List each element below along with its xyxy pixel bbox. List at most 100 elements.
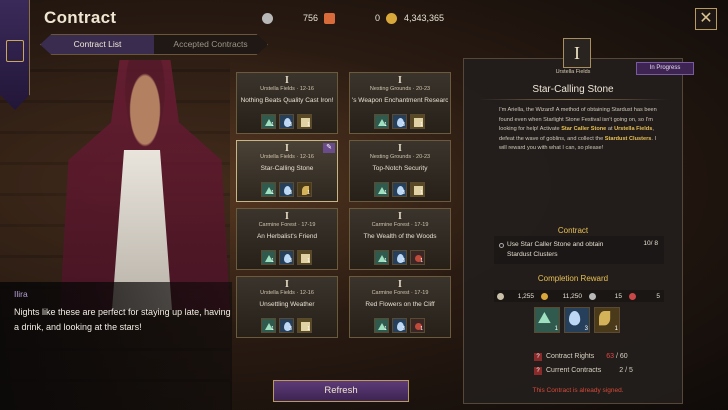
highlight-text: Star Caller Stone: [561, 126, 607, 133]
contract-card[interactable]: I Urstella Fields · 12-16 Unsettling Wea…: [236, 276, 338, 338]
flower-reward-icon[interactable]: 1: [410, 318, 425, 333]
rank-badge: I: [398, 211, 402, 222]
card-title: Red Flowers on the Cliff: [365, 301, 435, 308]
drop-reward-icon[interactable]: 3: [279, 182, 294, 197]
npc-name: Ilira: [14, 289, 28, 299]
gem-reward-icon[interactable]: 1: [374, 250, 389, 265]
card-rewards: 1 3 1: [261, 250, 312, 265]
contract-card[interactable]: I Carmine Forest · 17-19 Red Flowers on …: [349, 276, 451, 338]
drop-reward-icon[interactable]: 3: [564, 307, 590, 333]
close-button[interactable]: ✕: [695, 8, 717, 30]
card-title: Top-Notch Security: [372, 165, 428, 172]
reward-count: 1: [420, 326, 423, 332]
contract-card[interactable]: I Nesting Grounds · 20-23 's Weapon Ench…: [349, 72, 451, 134]
reward-value: 11,250: [562, 292, 582, 300]
reward-count: 1: [271, 190, 274, 196]
reward-value: 1,255: [517, 292, 534, 300]
page-title: Contract: [44, 8, 117, 27]
reward-count: 3: [402, 122, 405, 128]
gem-reward-icon[interactable]: 1: [261, 318, 276, 333]
reward-count: 3: [402, 326, 405, 332]
card-location: Carmine Forest · 17-19: [258, 222, 316, 228]
objective-text: Use Star Caller Stone and obtain Stardus…: [507, 241, 604, 258]
contract-card[interactable]: I Carmine Forest · 17-19 The Wealth of t…: [349, 208, 451, 270]
rights-current: 63: [606, 353, 615, 360]
drop-reward-icon[interactable]: 3: [392, 250, 407, 265]
leaf-reward-icon[interactable]: 1: [594, 307, 620, 333]
card-rewards: 1 3 1: [374, 318, 425, 333]
gem-reward-icon[interactable]: 1: [534, 307, 560, 333]
objective-bullet-icon: [499, 243, 504, 248]
reward-count: 1: [614, 326, 618, 332]
contract-card[interactable]: I Urstella Fields · 12-16 Nothing Beats …: [236, 72, 338, 134]
card-rewards: 1 3 1: [374, 182, 425, 197]
contract-card[interactable]: I Carmine Forest · 17-19 An Herbalist's …: [236, 208, 338, 270]
reward-count: 1: [420, 258, 423, 264]
tab-accepted-contracts[interactable]: Accepted Contracts: [154, 35, 267, 54]
drop-reward-icon[interactable]: 3: [279, 250, 294, 265]
reward-count: 3: [289, 190, 292, 196]
rank-badge: I: [285, 211, 289, 222]
silver-coin-icon: [589, 292, 596, 300]
reward-currency: 15: [586, 292, 626, 300]
divider: [478, 99, 668, 100]
reward-count: 3: [289, 326, 292, 332]
scroll-reward-icon[interactable]: 1: [410, 182, 425, 197]
scroll-reward-icon[interactable]: 1: [297, 114, 312, 129]
reward-currency: 5: [626, 292, 664, 300]
scroll-reward-icon[interactable]: 1: [297, 250, 312, 265]
reward-count: 1: [307, 326, 310, 332]
drop-reward-icon[interactable]: 3: [279, 114, 294, 129]
reward-count: 1: [554, 326, 558, 332]
card-title: An Herbalist's Friend: [256, 233, 318, 240]
gem-reward-icon[interactable]: 1: [374, 114, 389, 129]
help-icon[interactable]: ?: [534, 367, 542, 375]
ticket-icon: [324, 12, 335, 24]
contract-rights: ? Contract Rights 63 / 60 ? Current Cont…: [534, 350, 633, 378]
reward-heading: Completion Reward: [537, 274, 609, 283]
card-rewards: 1 3 1: [374, 114, 425, 129]
gem-reward-icon[interactable]: 1: [261, 182, 276, 197]
reward-count: 1: [307, 258, 310, 264]
status-badge: In Progress: [636, 62, 694, 75]
tab-bar: Contract List Accepted Contracts: [40, 34, 268, 55]
current-contracts-label: Current Contracts: [546, 367, 602, 374]
contract-card[interactable]: I Urstella Fields · 12-16 Star-Calling S…: [236, 140, 338, 202]
gem-reward-icon[interactable]: 1: [261, 114, 276, 129]
currency-bar: 756 0 4,343,365: [262, 10, 444, 26]
npc-dialog-text: Nights like these are perfect for stayin…: [14, 307, 231, 332]
description-text: at: [606, 126, 615, 133]
contract-card[interactable]: I Nesting Grounds · 20-23 Top-Notch Secu…: [349, 140, 451, 202]
detail-description: I'm Ariella, the Wizard! A method of obt…: [499, 106, 659, 154]
book-icon: [6, 40, 24, 62]
signed-message: This Contract is already signed.: [532, 387, 624, 394]
rights-label: Contract Rights: [546, 353, 595, 360]
detail-rank-badge: I: [563, 38, 591, 68]
drop-reward-icon[interactable]: 3: [279, 318, 294, 333]
reward-currency: 11,250: [538, 292, 586, 300]
drop-reward-icon[interactable]: 3: [392, 182, 407, 197]
silver-coin-icon: [262, 12, 273, 24]
scroll-reward-icon[interactable]: 1: [297, 318, 312, 333]
drop-reward-icon[interactable]: 3: [392, 318, 407, 333]
scroll-reward-icon[interactable]: 1: [410, 114, 425, 129]
gem-reward-icon[interactable]: 1: [374, 318, 389, 333]
rank-badge: I: [398, 143, 402, 154]
reward-count: 1: [420, 122, 423, 128]
refresh-button[interactable]: Refresh: [273, 380, 409, 402]
reward-count: 1: [420, 190, 423, 196]
reward-count: 1: [271, 326, 274, 332]
reward-count: 1: [307, 122, 310, 128]
reward-count: 1: [384, 122, 387, 128]
tab-contract-list[interactable]: Contract List: [41, 35, 154, 54]
gem-reward-icon[interactable]: 1: [261, 250, 276, 265]
gem-reward-icon[interactable]: 1: [374, 182, 389, 197]
drop-reward-icon[interactable]: 3: [392, 114, 407, 129]
card-location: Urstella Fields · 12-16: [260, 86, 314, 92]
help-icon[interactable]: ?: [534, 353, 542, 361]
flower-reward-icon[interactable]: 1: [410, 250, 425, 265]
reward-count: 1: [307, 190, 310, 196]
leaf-reward-icon[interactable]: 1: [297, 182, 312, 197]
card-location: Urstella Fields · 12-16: [260, 290, 314, 296]
currency-gold: 4,343,365: [386, 10, 444, 26]
